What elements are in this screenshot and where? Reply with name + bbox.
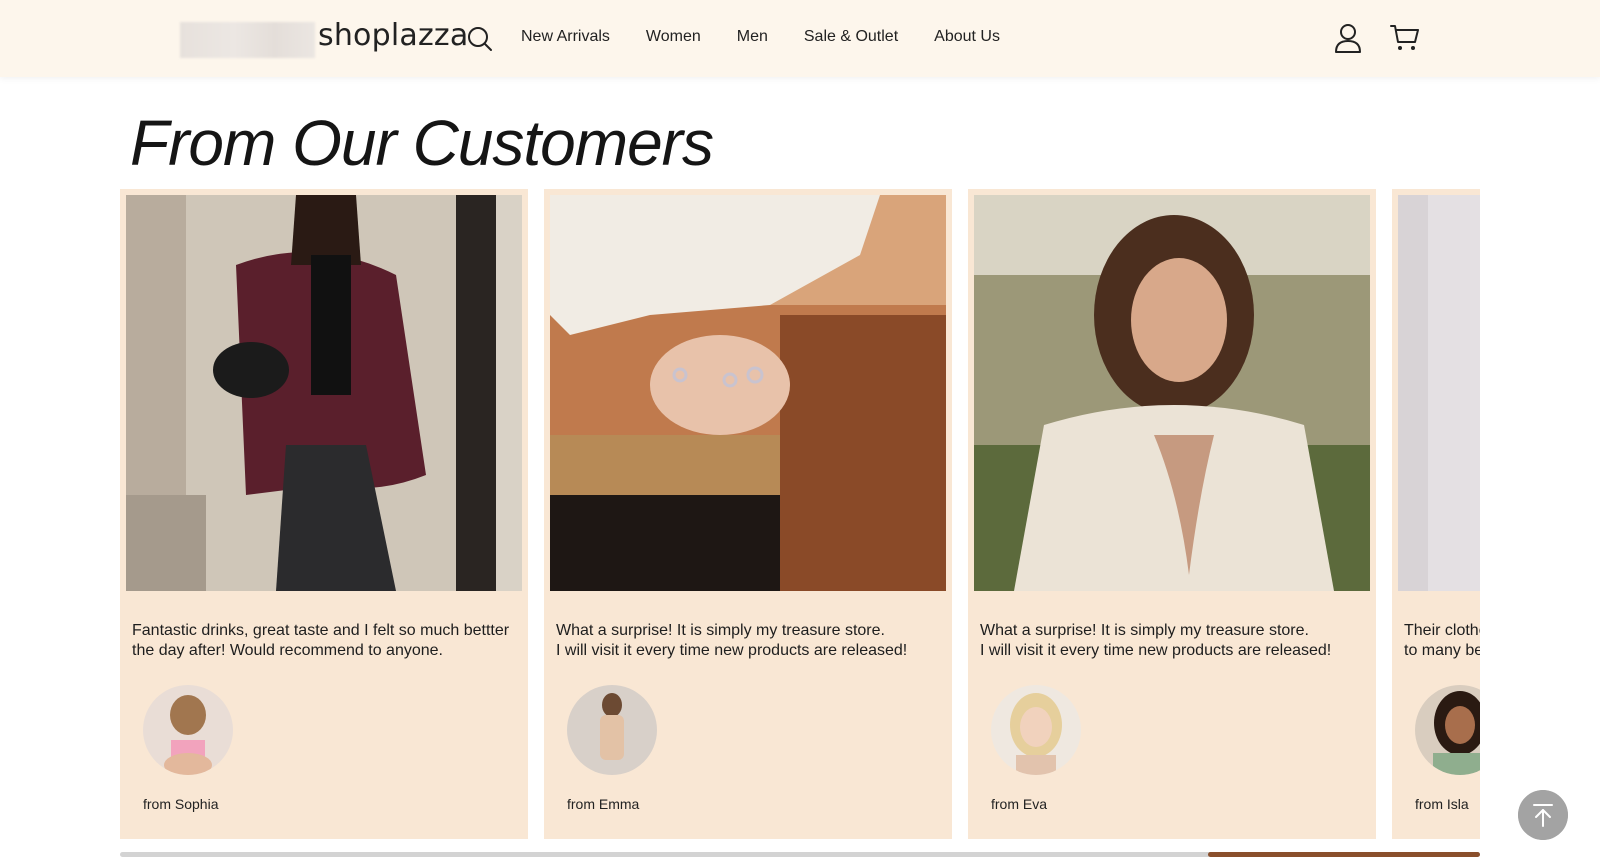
review-text: What a surprise! It is simply my treasur…	[980, 622, 1332, 659]
review-photo	[974, 195, 1370, 591]
reviewer-avatar	[143, 685, 233, 775]
reviewer-name: from Eva	[991, 796, 1048, 812]
review-text: What a surprise! It is simply my treasur…	[556, 622, 908, 659]
logo-image[interactable]	[180, 22, 315, 58]
site-header: shoplazza New Arrivals Women Men Sale & …	[0, 0, 1600, 77]
main-nav: New Arrivals Women Men Sale & Outlet Abo…	[521, 28, 1036, 46]
nav-women[interactable]: Women	[646, 28, 701, 46]
nav-new-arrivals[interactable]: New Arrivals	[521, 28, 610, 46]
reviewer-avatar	[567, 685, 657, 775]
nav-sale-outlet[interactable]: Sale & Outlet	[804, 28, 898, 46]
search-icon[interactable]	[466, 25, 494, 53]
review-card[interactable]: Fantastic drinks, great taste and I felt…	[120, 189, 528, 839]
section-title: From Our Customers	[130, 107, 714, 179]
review-photo	[1398, 195, 1480, 591]
reviewer-avatar	[991, 685, 1081, 775]
review-photo	[126, 195, 522, 591]
review-photo	[550, 195, 946, 591]
account-icon[interactable]	[1334, 23, 1362, 53]
review-card[interactable]: What a surprise! It is simply my treasur…	[968, 189, 1376, 839]
review-text: Their clothes are so fashionable, I reco…	[1404, 622, 1480, 659]
reviewer-name: from Sophia	[143, 796, 219, 812]
review-card[interactable]: Their clothes are so fashionable, I reco…	[1392, 189, 1480, 839]
back-to-top-button[interactable]	[1518, 790, 1568, 840]
nav-men[interactable]: Men	[737, 28, 768, 46]
carousel-scrollbar[interactable]	[120, 852, 1480, 857]
reviewer-name: from Isla	[1415, 796, 1469, 812]
logo-text[interactable]: shoplazza	[318, 18, 468, 53]
review-text: Fantastic drinks, great taste and I felt…	[132, 622, 510, 659]
reviewer-name: from Emma	[567, 796, 640, 812]
cart-icon[interactable]	[1390, 24, 1420, 52]
review-card[interactable]: What a surprise! It is simply my treasur…	[544, 189, 952, 839]
reviewer-avatar	[1415, 685, 1480, 775]
reviews-carousel[interactable]: Fantastic drinks, great taste and I felt…	[120, 189, 1480, 839]
nav-about-us[interactable]: About Us	[934, 28, 1000, 46]
carousel-scroll-thumb[interactable]	[1208, 852, 1480, 857]
